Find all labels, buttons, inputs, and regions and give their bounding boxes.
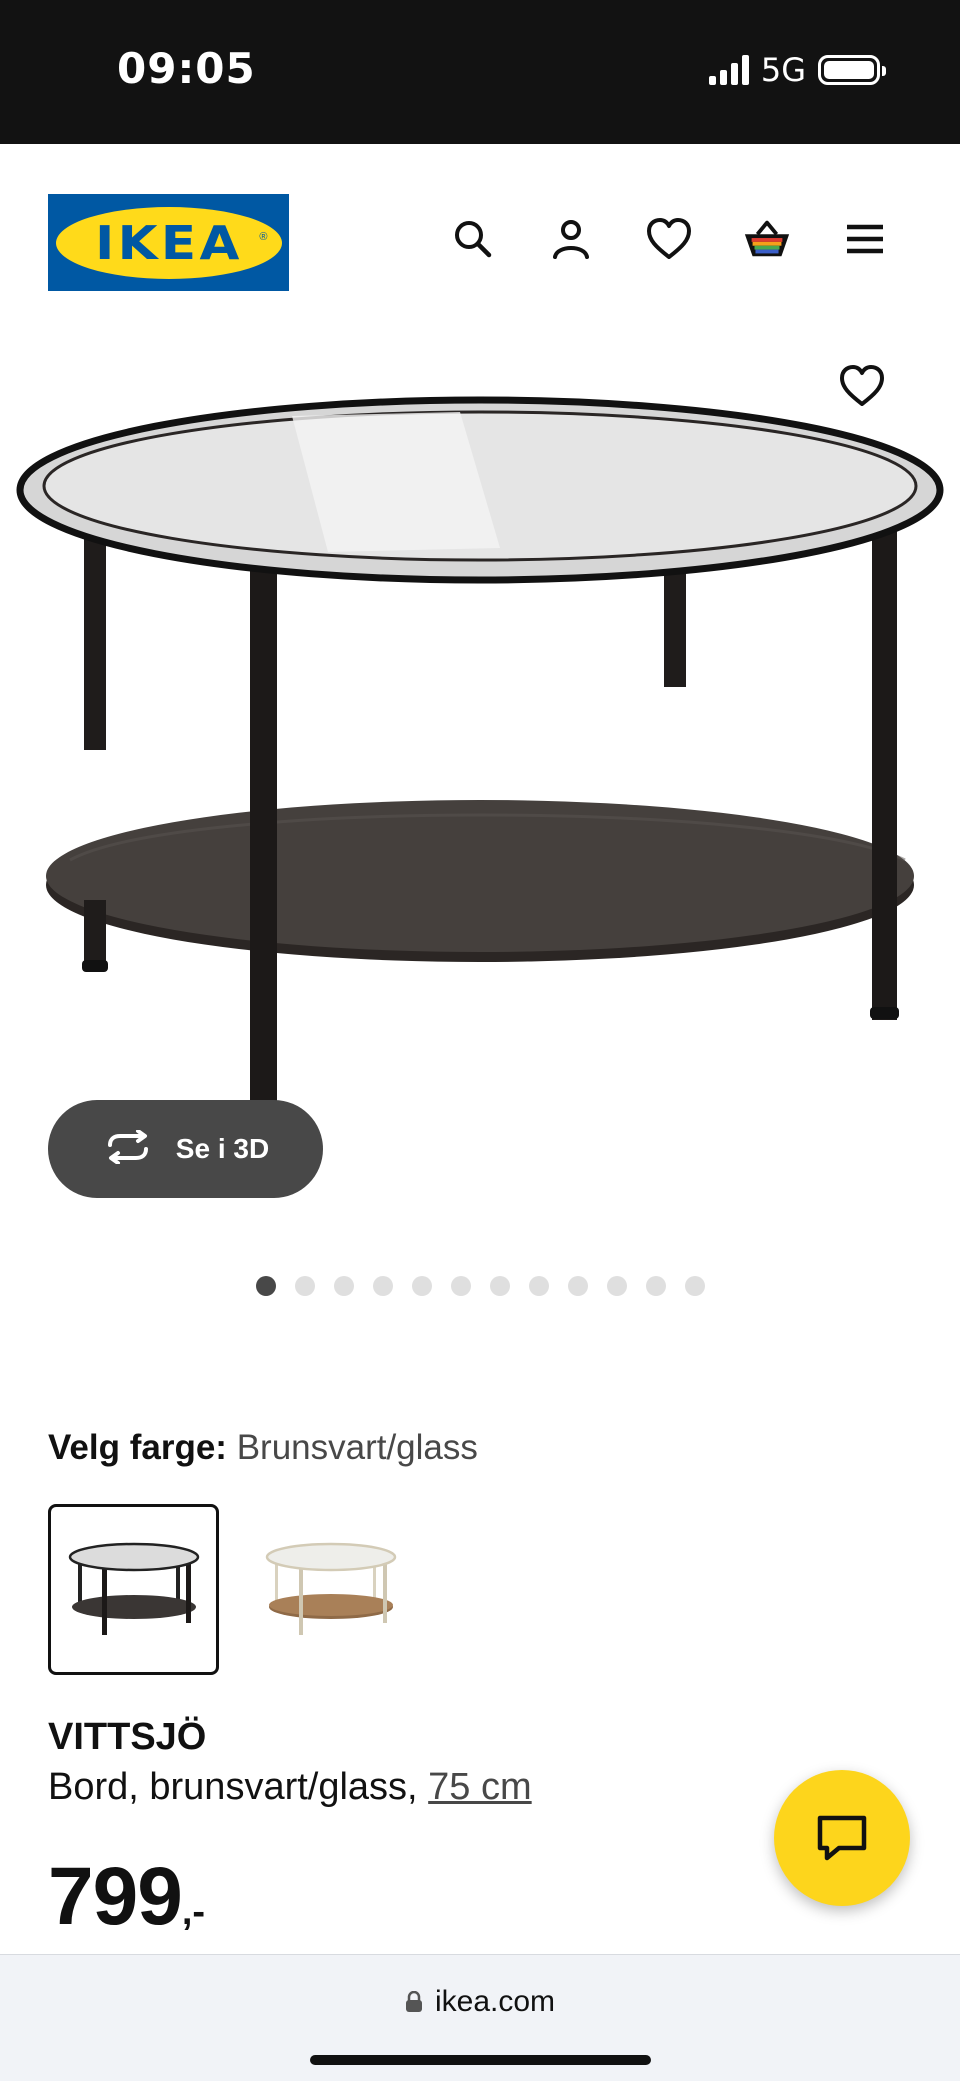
gallery-dot[interactable]	[450, 1276, 471, 1296]
header-nav	[448, 214, 890, 264]
product-name: VITTSJÖ	[48, 1716, 207, 1758]
signal-icon	[708, 55, 749, 85]
product-price: 799 ,-	[48, 1850, 205, 1944]
logo-text: IKEA	[94, 215, 243, 270]
battery-icon	[818, 55, 886, 85]
gallery-dot[interactable]	[684, 1276, 705, 1296]
rotate-3d-icon	[102, 1128, 154, 1169]
gallery-dot[interactable]	[645, 1276, 666, 1296]
browser-address-bar[interactable]: ikea.com	[0, 1954, 960, 2081]
product-image[interactable]	[0, 340, 960, 1140]
gallery-dot[interactable]	[528, 1276, 549, 1296]
status-indicators: 5G	[708, 51, 886, 89]
user-icon[interactable]	[546, 214, 596, 264]
home-indicator[interactable]	[310, 2055, 651, 2065]
heart-icon	[840, 365, 884, 406]
gallery-dot[interactable]	[333, 1276, 354, 1296]
ikea-logo[interactable]: IKEA ®	[48, 194, 289, 291]
basket-icon[interactable]	[742, 214, 792, 264]
url-display[interactable]: ikea.com	[0, 1985, 960, 2019]
black-brown-table-thumbnail	[68, 1542, 199, 1635]
site-header: IKEA ®	[0, 144, 960, 304]
network-label: 5G	[760, 51, 806, 89]
status-time: 09:05	[117, 44, 256, 93]
color-label: Velg farge:	[48, 1428, 227, 1467]
product-description-text: Bord, brunsvart/glass,	[48, 1766, 429, 1808]
url-text: ikea.com	[434, 1985, 556, 2018]
view-3d-button[interactable]: Se i 3D	[48, 1100, 323, 1198]
swatch-brunsvart-glass[interactable]	[48, 1504, 219, 1675]
price-suffix: ,-	[181, 1891, 206, 1933]
white-oak-table-thumbnail	[265, 1542, 396, 1635]
gallery-dot[interactable]	[372, 1276, 393, 1296]
status-bar: 09:05 5G	[0, 0, 960, 144]
gallery-dot[interactable]	[255, 1276, 276, 1296]
chat-icon	[817, 1815, 867, 1861]
search-icon[interactable]	[448, 214, 498, 264]
color-swatches	[48, 1504, 416, 1675]
lock-icon	[405, 1991, 422, 2012]
gallery-dot[interactable]	[489, 1276, 510, 1296]
price-main: 799	[48, 1851, 183, 1942]
favorite-button[interactable]	[836, 360, 888, 412]
chat-button[interactable]	[774, 1770, 910, 1906]
gallery-dot[interactable]	[606, 1276, 627, 1296]
gallery-dot[interactable]	[294, 1276, 315, 1296]
heart-icon[interactable]	[644, 214, 694, 264]
view-3d-label: Se i 3D	[175, 1133, 270, 1164]
gallery-pagination	[0, 1276, 960, 1296]
product-size-link[interactable]: 75 cm	[428, 1766, 531, 1808]
product-description: Bord, brunsvart/glass, 75 cm	[48, 1766, 532, 1809]
color-selector-label: Velg farge: Brunsvart/glass	[48, 1428, 478, 1468]
gallery-dot[interactable]	[411, 1276, 432, 1296]
gallery-dot[interactable]	[567, 1276, 588, 1296]
color-value: Brunsvart/glass	[236, 1428, 478, 1467]
menu-icon[interactable]	[840, 214, 890, 264]
swatch-white-oak-glass[interactable]	[245, 1504, 416, 1675]
